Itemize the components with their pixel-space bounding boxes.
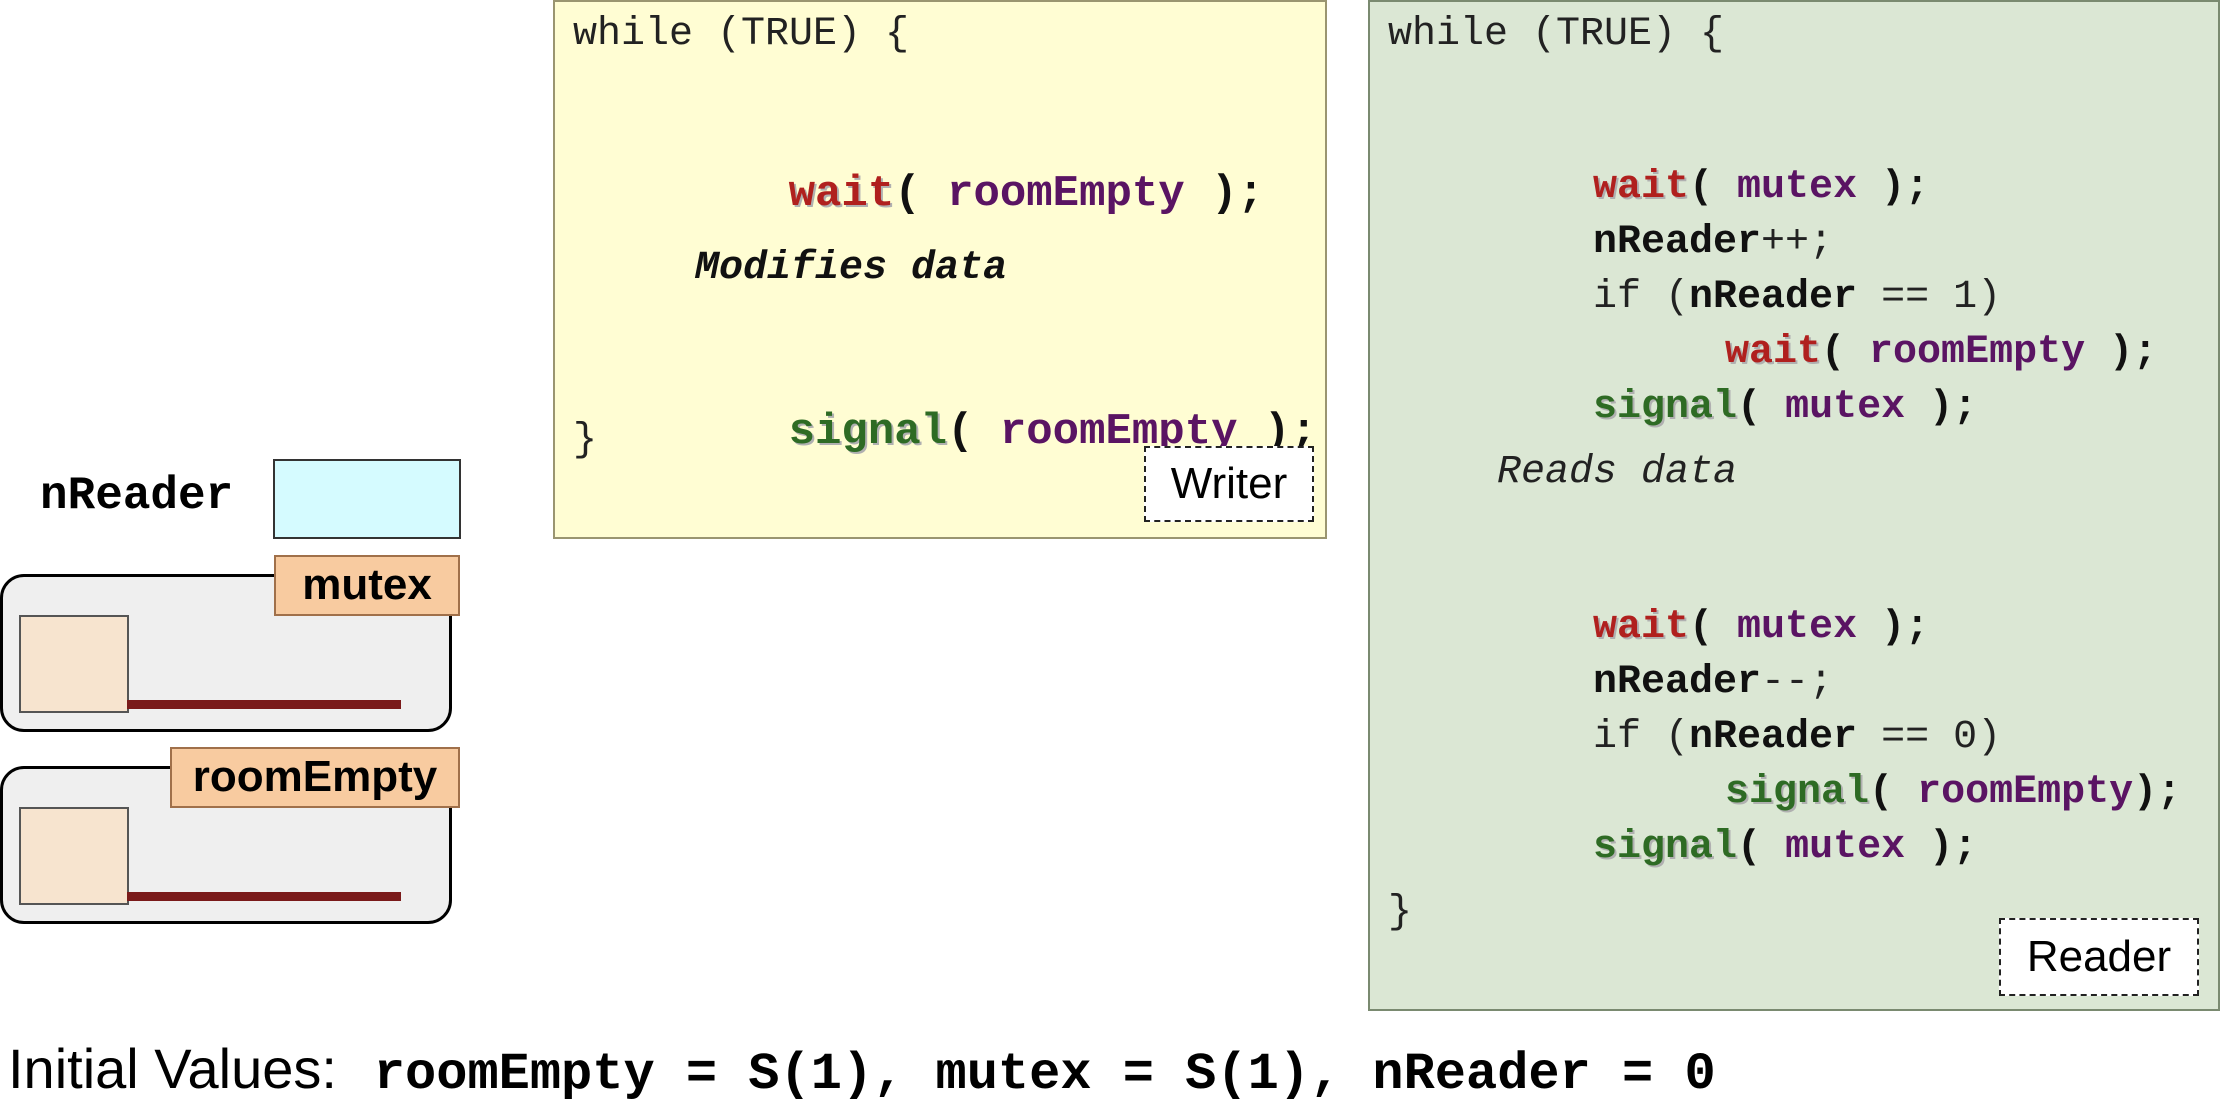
nreader-label: nReader — [40, 470, 234, 522]
paren-close: ); — [1905, 825, 1978, 870]
writer-closing-brace: } — [573, 418, 598, 463]
signal-keyword: signal — [1593, 825, 1738, 870]
reader-label: Reader — [1999, 918, 2199, 996]
paren-open: ( — [894, 169, 948, 219]
reader-code-box: while (TRUE) { wait( mutex ); nReader++;… — [1368, 0, 2220, 1011]
mutex-queue-slot — [19, 615, 129, 713]
signal-keyword: signal — [788, 407, 948, 457]
initial-values-line: Initial Values: roomEmpty = S(1), mutex … — [8, 1036, 1716, 1104]
writer-code-box: while (TRUE) { wait( roomEmpty ); Modifi… — [553, 0, 1327, 539]
reader-while-line: while (TRUE) { — [1388, 12, 1725, 57]
paren-close: ); — [1857, 605, 1930, 650]
paren-close: ); — [1184, 169, 1264, 219]
reader-signal-mutex-line-2: signal( mutex ); — [1497, 780, 1977, 915]
roomempty-tag: roomEmpty — [170, 747, 460, 808]
signal-keyword: signal — [1593, 385, 1738, 430]
mutex-queue-bar — [127, 700, 401, 709]
roomempty-queue-slot — [19, 807, 129, 905]
mutex-tag: mutex — [274, 555, 460, 616]
writer-label: Writer — [1144, 446, 1314, 522]
paren-close: ); — [1857, 165, 1930, 210]
writer-while-line: while (TRUE) { — [573, 12, 910, 57]
paren-close: ); — [2085, 330, 2158, 375]
mutex-ref: mutex — [1785, 825, 1906, 870]
reader-closing-brace: } — [1388, 890, 1413, 935]
initial-values-label: Initial Values: — [8, 1037, 337, 1100]
paren-open: ( — [1737, 825, 1786, 870]
paren-open: ( — [947, 407, 1000, 457]
paren-open: ( — [1737, 385, 1786, 430]
paren-close: ); — [2133, 770, 2182, 815]
nreader-value-box — [273, 459, 461, 539]
reader-reads-text: Reads data — [1497, 450, 1738, 495]
writer-modifies-text: Modifies data — [695, 246, 1008, 291]
initial-values-code: roomEmpty = S(1), mutex = S(1), nReader … — [373, 1045, 1716, 1104]
roomempty-queue-bar — [127, 892, 401, 901]
wait-keyword: wait — [788, 169, 895, 219]
paren-close: ); — [1905, 385, 1978, 430]
mutex-ref: mutex — [1785, 385, 1906, 430]
roomempty-ref: roomEmpty — [947, 169, 1185, 219]
